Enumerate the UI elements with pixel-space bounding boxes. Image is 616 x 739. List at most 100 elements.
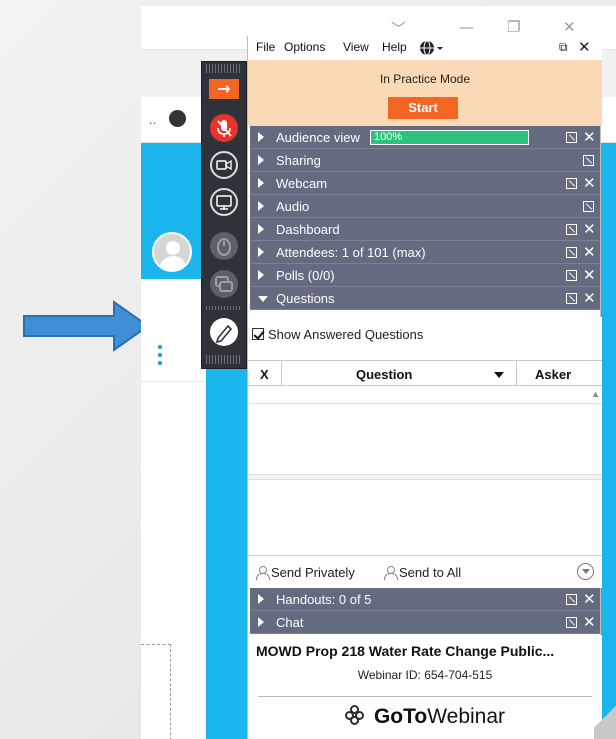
dashed-placeholder (141, 644, 171, 739)
expand-icon (258, 224, 264, 234)
pane-attendees[interactable]: Attendees: 1 of 101 (max) ✕ (250, 241, 600, 264)
pane-label: Attendees: 1 of 101 (max) (276, 245, 426, 260)
pane-audience-view[interactable]: Audience view 100% ✕ (250, 126, 600, 149)
sort-down-icon[interactable] (494, 372, 504, 378)
close-icon[interactable]: ✕ (583, 220, 596, 238)
popout-icon[interactable] (566, 178, 577, 189)
expand-icon (258, 270, 264, 280)
popout-icon[interactable] (566, 132, 577, 143)
pane-webcam[interactable]: Webcam ✕ (250, 172, 600, 195)
pane-chat[interactable]: Chat ✕ (250, 611, 600, 634)
popout-icon[interactable]: ⧉ (559, 40, 568, 55)
restore-icon[interactable]: ❐ (507, 18, 520, 36)
practice-status: In Practice Mode (379, 72, 471, 86)
scroll-up-icon[interactable]: ▲ (591, 389, 600, 399)
pane-audio[interactable]: Audio (250, 195, 600, 218)
pane-polls[interactable]: Polls (0/0) ✕ (250, 264, 600, 287)
chat-bubbles-icon[interactable] (210, 270, 238, 298)
question-actions-bar: Send Privately Send to All (248, 555, 602, 587)
close-icon[interactable]: ✕ (583, 243, 596, 261)
popout-icon[interactable] (583, 201, 594, 212)
monitor-icon[interactable] (210, 188, 238, 216)
pane-label: Audience view (276, 130, 360, 145)
column-asker[interactable]: Asker (535, 367, 571, 382)
pane-label: Webcam (276, 176, 328, 191)
collapse-panel-button[interactable]: → (209, 79, 239, 99)
popout-icon[interactable] (566, 617, 577, 628)
answer-text-area[interactable] (248, 480, 602, 555)
page-curl (594, 694, 616, 739)
hand-icon[interactable] (210, 232, 238, 260)
column-x[interactable]: X (260, 367, 269, 382)
camera-icon[interactable] (210, 151, 238, 179)
webinar-title: MOWD Prop 218 Water Rate Change Public..… (256, 643, 555, 659)
close-panel-icon[interactable]: ✕ (578, 38, 591, 56)
popout-icon[interactable] (566, 247, 577, 258)
pane-label: Sharing (276, 153, 321, 168)
pane-dashboard[interactable]: Dashboard ✕ (250, 218, 600, 241)
popout-icon[interactable] (566, 224, 577, 235)
start-button[interactable]: Start (388, 97, 458, 119)
microphone-muted-icon[interactable] (210, 114, 238, 142)
chevron-down-icon[interactable] (577, 563, 594, 580)
logo-bold: GoTo (373, 705, 428, 728)
card-divider (141, 381, 206, 382)
table-row[interactable] (248, 386, 602, 404)
popout-icon[interactable] (566, 270, 577, 281)
pane-handouts[interactable]: Handouts: 0 of 5 ✕ (250, 588, 600, 611)
popout-icon[interactable] (566, 594, 577, 605)
close-icon[interactable]: ✕ (583, 289, 596, 307)
flower-logo-icon (344, 705, 367, 727)
checkbox-checked-icon[interactable] (252, 328, 264, 340)
close-icon[interactable]: ✕ (583, 590, 596, 608)
webinar-id: Webinar ID: 654-704-515 (357, 668, 493, 682)
send-to-all-label: Send to All (399, 565, 462, 580)
expand-icon (258, 617, 264, 627)
popout-icon[interactable] (566, 293, 577, 304)
menu-file[interactable]: File (256, 40, 275, 54)
expand-icon (258, 247, 264, 257)
expand-icon (258, 178, 264, 188)
questions-pane: Show Answered Questions X Question Asker… (248, 317, 602, 588)
column-divider (281, 361, 282, 387)
menu-options[interactable]: Options (284, 40, 325, 54)
pane-sharing[interactable]: Sharing (250, 149, 600, 172)
pane-label: Polls (0/0) (276, 268, 335, 283)
pane-questions[interactable]: Questions ✕ (250, 287, 600, 310)
expand-icon (258, 201, 264, 211)
send-privately-button[interactable]: Send Privately (256, 565, 355, 580)
show-answered-checkbox[interactable]: Show Answered Questions (252, 327, 423, 342)
globe-icon[interactable] (419, 40, 445, 56)
avatar[interactable] (152, 232, 192, 272)
kebab-menu-icon[interactable] (158, 345, 162, 367)
popout-icon[interactable] (583, 155, 594, 166)
pointer-arrow-icon (23, 300, 150, 352)
questions-list[interactable]: ▲ (248, 386, 602, 486)
close-icon[interactable]: ✕ (583, 266, 596, 284)
close-icon[interactable]: ✕ (583, 128, 596, 146)
pane-label: Audio (276, 199, 310, 214)
pen-icon[interactable] (210, 318, 238, 346)
minimize-icon[interactable]: — (459, 18, 474, 36)
people-icon (384, 566, 398, 580)
close-icon[interactable]: ✕ (563, 18, 576, 36)
globe-icon[interactable] (169, 110, 186, 127)
column-divider (516, 361, 517, 387)
grab-tab-toolbar: → (201, 61, 247, 369)
show-answered-label: Show Answered Questions (268, 327, 424, 342)
practice-mode-banner: In Practice Mode Start (248, 60, 602, 126)
close-icon[interactable]: ✕ (583, 613, 596, 631)
close-icon[interactable]: ✕ (583, 174, 596, 192)
expand-icon (258, 132, 264, 142)
grab-tab-grip[interactable] (206, 64, 242, 73)
menu-help[interactable]: Help (382, 40, 407, 54)
send-to-all-button[interactable]: Send to All (384, 565, 461, 580)
collapse-icon (258, 296, 268, 302)
questions-table-header: X Question Asker (248, 360, 602, 387)
pane-label: Questions (276, 291, 335, 306)
menu-view[interactable]: View (343, 40, 369, 54)
expand-icon (258, 594, 264, 604)
nav-ellipsis: .. (149, 112, 157, 127)
pane-label: Chat (276, 615, 304, 630)
column-question[interactable]: Question (356, 367, 412, 382)
